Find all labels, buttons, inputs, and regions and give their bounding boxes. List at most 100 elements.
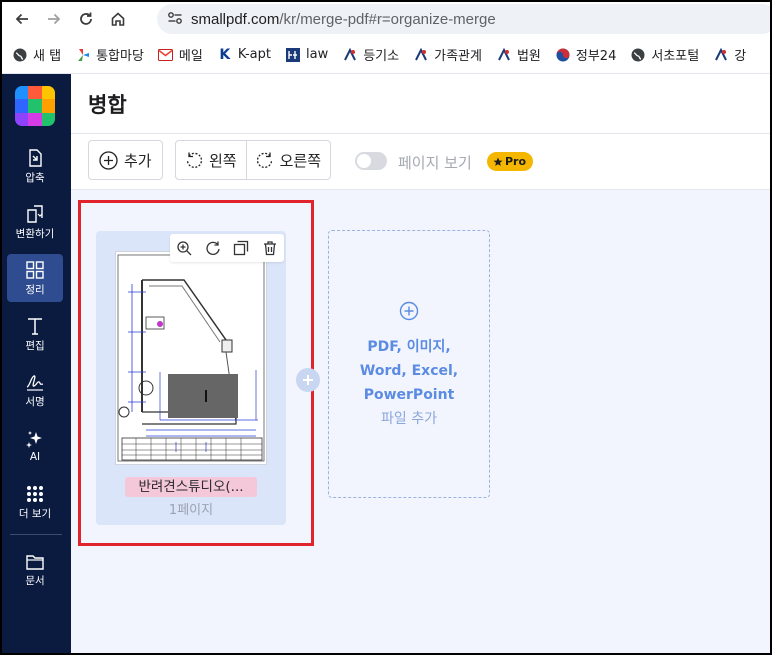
pdf-thumbnail <box>115 251 267 465</box>
type-sep: , <box>396 338 407 355</box>
sidebar-item-edit[interactable]: 편집 <box>7 310 63 358</box>
rotate-icon[interactable] <box>205 240 221 256</box>
pro-badge[interactable]: Pro <box>487 152 534 171</box>
bookmark-label: 강 <box>734 49 747 64</box>
url-host: smallpdf.com <box>191 10 280 28</box>
convert-icon <box>27 204 43 223</box>
rotate-right-icon <box>256 152 272 169</box>
type-powerpoint: PowerPoint <box>363 386 455 403</box>
add-file-label: 추가 <box>124 151 152 170</box>
bookmark-seocho[interactable]: 서초포털 <box>630 45 699 64</box>
bookmark-mail[interactable]: 메일 <box>158 45 203 64</box>
bookmark-registry[interactable]: 등기소 <box>342 45 399 64</box>
rotate-right-button[interactable]: 오른쪽 <box>245 141 330 179</box>
plus-circle-icon <box>399 301 419 320</box>
bookmark-label: 등기소 <box>363 49 400 64</box>
compress-icon <box>29 148 42 167</box>
sidebar-item-label: 압축 <box>25 171 45 184</box>
sidebar-item-more[interactable]: 더 보기 <box>7 478 63 526</box>
rotate-right-label: 오른쪽 <box>279 151 322 170</box>
browser-toolbar: smallpdf.com/kr/merge-pdf#r=organize-mer… <box>2 2 770 36</box>
reload-icon[interactable] <box>70 3 102 35</box>
type-pdf: PDF <box>367 338 397 355</box>
toggle-knob <box>357 154 371 168</box>
sidebar-item-documents[interactable]: 문서 <box>7 546 63 594</box>
signature-icon <box>26 374 44 391</box>
bookmark-tonghap[interactable]: 통합마당 <box>75 45 144 64</box>
site-info-icon[interactable] <box>167 10 183 29</box>
bookmark-label: 새 탭 <box>33 49 62 64</box>
pinwheel-icon <box>75 47 91 63</box>
forward-arrow-icon[interactable] <box>38 3 70 35</box>
file-page-count: 1페이지 <box>168 503 214 518</box>
type-image: 이미지 <box>406 338 446 355</box>
sidebar-item-organize[interactable]: 정리 <box>7 254 63 302</box>
page-title: 병합 <box>88 93 127 117</box>
rotate-left-label: 왼쪽 <box>209 151 237 170</box>
sidebar-divider <box>10 534 62 535</box>
type-excel: Excel <box>411 362 453 379</box>
bookmark-label: 정부24 <box>575 49 617 64</box>
bookmark-gov24[interactable]: 정부24 <box>555 45 616 64</box>
home-icon[interactable] <box>102 3 134 35</box>
page-view-toggle[interactable] <box>355 152 387 170</box>
trash-icon[interactable] <box>262 240 278 256</box>
text-icon <box>28 317 42 335</box>
bookmark-label: K-apt <box>237 47 271 62</box>
bookmark-label: 서초포털 <box>651 49 700 64</box>
sidebar-item-ai[interactable]: AI <box>7 422 63 470</box>
folder-icon <box>26 554 44 570</box>
plus-circle-icon <box>99 150 118 170</box>
sidebar-item-compress[interactable]: 압축 <box>7 142 63 190</box>
bookmark-law[interactable]: law <box>285 47 328 63</box>
sidebar-item-convert[interactable]: 변환하기 <box>7 198 63 246</box>
rotate-left-button[interactable]: 왼쪽 <box>176 141 246 179</box>
bookmark-new-tab[interactable]: 새 탭 <box>12 45 61 64</box>
star-icon <box>493 157 503 166</box>
add-file-dropzone[interactable]: PDF, 이미지, Word, Excel, PowerPoint 파일 추가 <box>328 230 490 498</box>
gmail-icon <box>158 47 174 63</box>
smallpdf-logo[interactable] <box>15 86 55 126</box>
plus-icon <box>303 375 313 385</box>
page-view-label: 페이지 보기 <box>398 154 472 172</box>
file-card[interactable]: 반려견스튜디오(... 1페이지 <box>96 231 286 525</box>
duplicate-icon[interactable] <box>233 240 249 256</box>
grid-icon <box>26 260 44 279</box>
sidebar-item-sign[interactable]: 서명 <box>7 366 63 414</box>
globe-icon <box>12 47 28 63</box>
file-name: 반려견스튜디오(... <box>125 477 257 497</box>
bookmark-gang[interactable]: 강 <box>713 45 746 64</box>
type-sep: , <box>445 338 451 355</box>
add-file-button[interactable]: 추가 <box>88 140 163 180</box>
browser-window: smallpdf.com/kr/merge-pdf#r=organize-mer… <box>2 2 770 653</box>
sidebar-item-label: 더 보기 <box>18 507 52 520</box>
sidebar-item-label: 문서 <box>25 574 45 587</box>
k-logo-icon: K <box>219 46 231 63</box>
type-word: Word <box>359 362 402 379</box>
bookmark-label: law <box>306 47 329 62</box>
court-icon <box>713 47 729 63</box>
court-icon <box>342 47 358 63</box>
bookmark-family[interactable]: 가족관계 <box>413 45 482 64</box>
type-sep: , <box>452 362 459 379</box>
taegeuk-icon <box>555 47 571 63</box>
bookmark-k-apt[interactable]: K K-apt <box>217 47 271 63</box>
bookmark-label: 법원 <box>516 49 541 64</box>
url-path: /kr/merge-pdf#r=organize-merge <box>279 10 496 28</box>
add-file-caption: 파일 추가 <box>381 410 437 427</box>
dots-grid-icon <box>27 485 43 502</box>
zoom-in-icon[interactable] <box>176 240 192 256</box>
address-bar[interactable]: smallpdf.com/kr/merge-pdf#r=organize-mer… <box>157 4 770 34</box>
type-sep: , <box>401 362 412 379</box>
back-arrow-icon[interactable] <box>6 3 38 35</box>
bookmark-label: 가족관계 <box>434 49 482 64</box>
merge-canvas: 반려견스튜디오(... 1페이지 PDF, 이미지, Word, Excel, … <box>71 190 770 653</box>
file-card-tools <box>170 234 284 262</box>
court-icon <box>496 47 512 63</box>
sparkle-icon <box>26 431 42 448</box>
bookmarks-bar: 새 탭 통합마당 메일 K K-apt law 등기소 가족관계 법원 정부24 … <box>2 36 770 74</box>
insert-between-button[interactable] <box>296 368 320 392</box>
globe-icon <box>630 47 646 63</box>
law-icon <box>285 47 301 63</box>
bookmark-court[interactable]: 법원 <box>496 45 541 64</box>
